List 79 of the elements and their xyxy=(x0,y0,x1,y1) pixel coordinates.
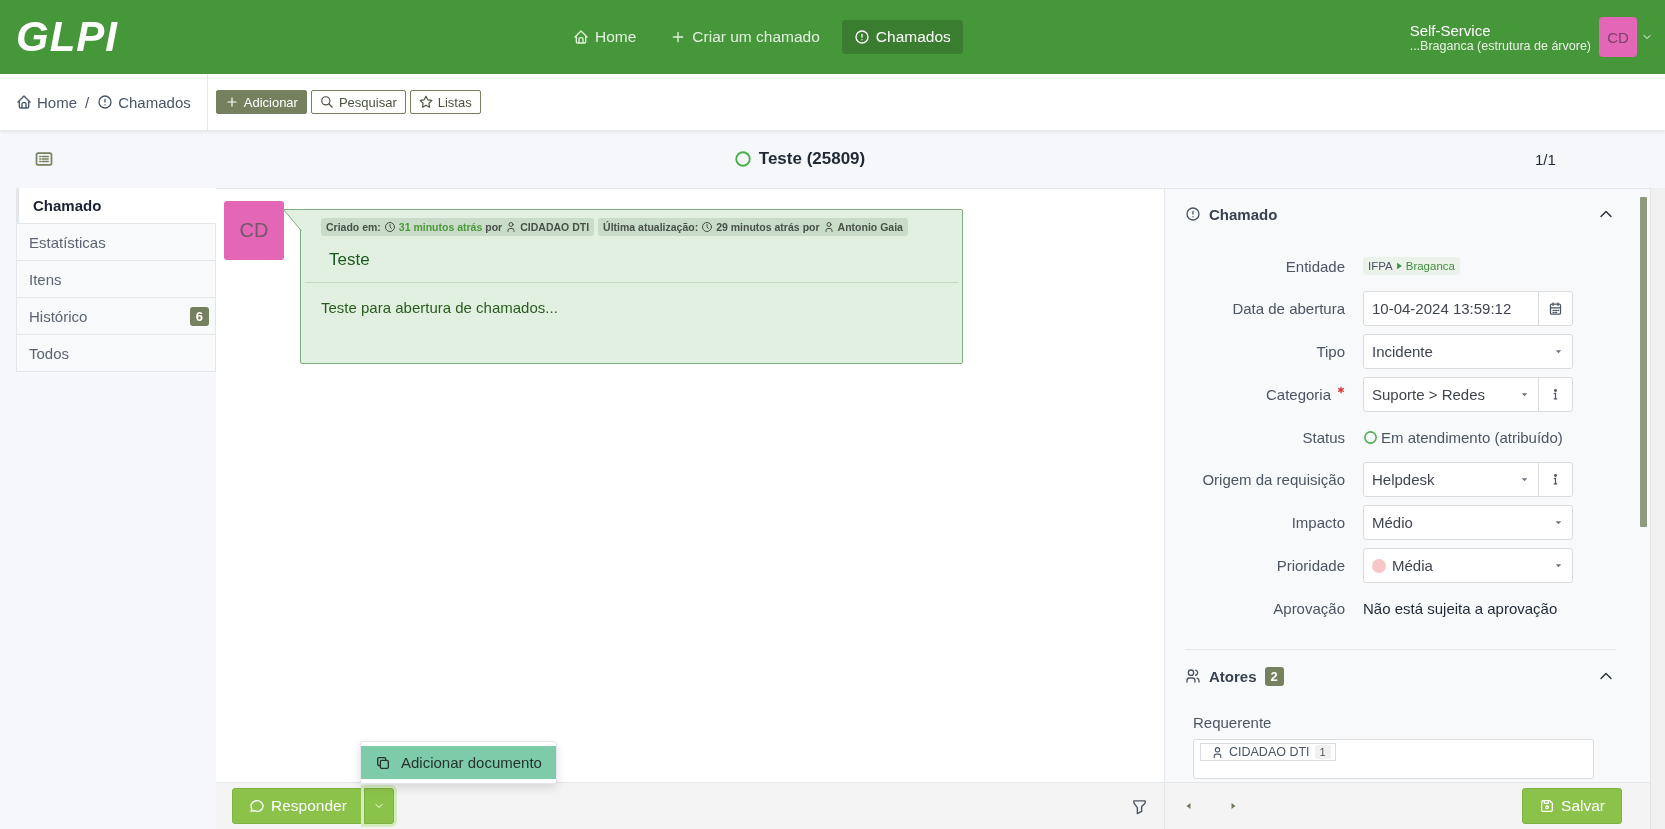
list-icon[interactable] xyxy=(34,149,54,169)
field-value: Não está sujeita a aprovação xyxy=(1363,599,1558,617)
plus-icon xyxy=(224,95,239,109)
chat-icon xyxy=(249,798,265,814)
field-label: Categoria xyxy=(1265,386,1331,403)
page-scrollbar[interactable] xyxy=(1650,188,1665,829)
dropdown-toggle[interactable] xyxy=(363,788,394,824)
count-badge: 6 xyxy=(189,306,209,326)
actor-field[interactable]: CIDADAO DTI 1 xyxy=(1193,739,1594,779)
message-text: Teste para abertura de chamados... xyxy=(320,298,559,318)
entity-name: Braganca xyxy=(1405,260,1455,272)
tab[interactable]: Histórico 6 xyxy=(16,298,216,335)
logo[interactable]: GLPI xyxy=(16,13,561,61)
clock-icon xyxy=(383,221,396,233)
user-icon xyxy=(1211,745,1224,759)
tab[interactable]: Itens xyxy=(16,261,216,298)
field-label: Origem da requisição xyxy=(1202,471,1345,488)
menu-item[interactable]: Adicionar documento xyxy=(361,746,556,779)
action-button[interactable]: Listas xyxy=(409,90,481,114)
entity-parent: IFPA xyxy=(1368,260,1393,272)
field-label: Status xyxy=(1302,428,1345,446)
meta-label: por xyxy=(802,221,820,233)
user-icon xyxy=(505,221,518,233)
alert-icon xyxy=(1185,206,1201,222)
user-icon xyxy=(822,221,835,233)
field-label: Prioridade xyxy=(1276,557,1345,574)
star-icon xyxy=(418,95,433,109)
meta-label: Última atualização: xyxy=(603,221,699,233)
breadcrumb-link[interactable]: Chamados xyxy=(97,93,191,111)
pager: 1/1 xyxy=(1535,150,1557,168)
users-icon xyxy=(1185,668,1201,684)
field-label: Requerente xyxy=(1193,714,1273,731)
user-name: Antonio Gaia xyxy=(837,221,903,233)
field-label: Impacto xyxy=(1291,514,1345,531)
ticket-title: Teste (25809) xyxy=(758,149,866,169)
section-title: Chamado xyxy=(1209,205,1278,223)
save-icon xyxy=(1539,798,1556,814)
search-icon xyxy=(319,95,334,109)
action-button[interactable]: Pesquisar xyxy=(310,90,406,114)
select-field[interactable]: Médio xyxy=(1364,506,1572,539)
select-field[interactable]: Média xyxy=(1364,549,1572,582)
message-title: Teste xyxy=(305,236,958,283)
breadcrumb-link[interactable]: Home xyxy=(16,93,77,111)
required-icon xyxy=(1337,385,1345,394)
nav-link[interactable]: Chamados xyxy=(841,20,963,54)
time-ago: 31 minutos atrás xyxy=(398,221,483,233)
meta-label: por xyxy=(485,221,503,233)
breadcrumb-separator: / xyxy=(85,93,90,111)
alert-icon xyxy=(853,29,870,45)
meta-label: Criado em: xyxy=(326,221,381,233)
copy-icon xyxy=(375,754,391,771)
tab[interactable]: Todos xyxy=(16,335,216,372)
alert-icon xyxy=(97,94,114,110)
count-badge: 2 xyxy=(1264,666,1284,686)
time-ago: 29 minutos atrás xyxy=(716,221,800,233)
nav-link[interactable]: Home xyxy=(561,20,649,54)
action-button[interactable]: Adicionar xyxy=(215,90,307,114)
home-icon xyxy=(16,94,32,110)
tab[interactable]: Chamado xyxy=(16,188,216,224)
home-icon xyxy=(573,29,589,45)
field-label: Tipo xyxy=(1316,343,1345,360)
field-label: Entidade xyxy=(1285,257,1345,275)
filter-icon[interactable] xyxy=(1131,797,1148,815)
clock-icon xyxy=(701,221,714,233)
entity-name[interactable]: ...Braganca (estrutura de árvore) xyxy=(1409,38,1591,53)
actor-tag: CIDADAO DTI 1 xyxy=(1200,743,1336,761)
status-icon xyxy=(733,150,752,168)
section-title: Atores xyxy=(1209,667,1257,685)
field-label: Data de abertura xyxy=(1232,300,1345,317)
arrow-icon xyxy=(1396,262,1402,270)
user-avatar: CD xyxy=(224,201,284,260)
select-field[interactable]: Incidente xyxy=(1364,335,1572,368)
user-name: CIDADAO DTI xyxy=(520,221,590,233)
field-label: Aprovação xyxy=(1273,599,1345,617)
tab[interactable]: Estatísticas xyxy=(16,224,216,261)
status-text: Em atendimento (atribuído) xyxy=(1381,428,1563,446)
count-badge: 1 xyxy=(1314,745,1331,759)
nav-link[interactable]: Criar um chamado xyxy=(658,20,832,54)
user-name[interactable]: Self-Service xyxy=(1409,21,1591,39)
